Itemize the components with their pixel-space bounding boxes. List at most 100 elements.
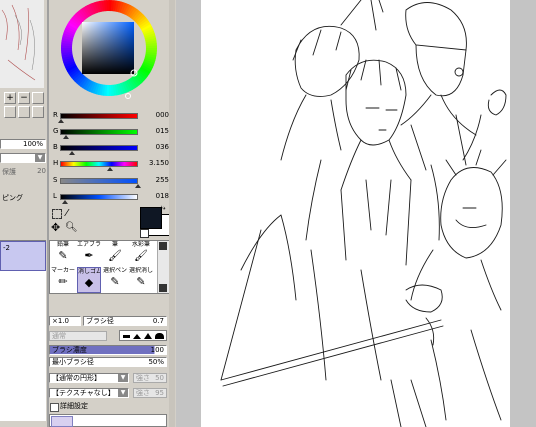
tool-select-erase[interactable]: 選択消し ✎ (129, 267, 153, 293)
s-slider[interactable] (60, 178, 138, 184)
brush-scale-select[interactable]: ×1.0 (49, 316, 81, 326)
shape-strength-value: 50 (155, 374, 164, 382)
pencil-icon: ✎ (58, 249, 68, 262)
color-wheel[interactable] (53, 0, 165, 104)
swap-colors-icon[interactable]: ⤷ (161, 203, 165, 213)
l-slider[interactable] (60, 194, 138, 200)
eyedropper-icon[interactable]: ⁄ (66, 208, 68, 220)
brush-density-label: ブラシ濃度 (52, 346, 87, 354)
select-erase-icon: ✎ (136, 275, 146, 288)
navigator-thumbnail[interactable] (0, 0, 44, 88)
tool-pencil[interactable]: 鉛筆 ✎ (51, 241, 75, 267)
g-slider-handle[interactable] (63, 135, 69, 139)
layer-clip-field[interactable]: 20 (28, 167, 46, 176)
tool-marker-label: マーカー (51, 267, 75, 274)
l-slider-handle[interactable] (62, 200, 68, 204)
h-value[interactable]: 3.150 (141, 159, 169, 168)
zoom-tool-icon[interactable]: 🔍︎ (65, 222, 78, 234)
shape-low-icon[interactable] (133, 334, 141, 339)
detail-settings-checkbox[interactable] (50, 403, 59, 412)
detail-settings-panel (49, 414, 167, 427)
texture-strength-field[interactable]: 強さ 95 (133, 388, 167, 398)
detail-item-selected[interactable] (51, 416, 73, 427)
shape-strength-field[interactable]: 強さ 50 (133, 373, 167, 383)
tool-eraser[interactable]: 消しゴム ◆ (77, 267, 101, 293)
tool-airbrush-label: エアブラシ (77, 241, 101, 248)
brush-size-value: 0.7 (152, 317, 164, 325)
tool-grid: 鉛筆 ✎ エアブラシ ✒ 筆 🖌 水彩筆 🖌 マーカー ✏ 消しゴム ◆ 選択ペ… (49, 240, 169, 294)
tool-select-erase-label: 選択消し (129, 267, 153, 274)
texture-strength-value: 95 (155, 389, 164, 397)
nav-rotate-right-button[interactable] (32, 106, 44, 118)
tool-select-pen[interactable]: 選択ペン ✎ (103, 267, 127, 293)
transparent-color-icon[interactable] (140, 229, 149, 238)
selection-tool-icon[interactable] (52, 209, 62, 219)
canvas-page[interactable] (201, 0, 510, 427)
s-value[interactable]: 255 (141, 176, 169, 185)
brush-size-field[interactable]: ブラシ径 0.7 (83, 316, 167, 326)
foreground-color-swatch[interactable] (140, 207, 162, 229)
g-slider[interactable] (60, 129, 138, 135)
scroll-down-icon[interactable] (159, 284, 167, 292)
tool-grid-scrollbar[interactable] (157, 241, 169, 293)
nav-fit-button[interactable] (32, 92, 44, 104)
tool-watercolor[interactable]: 水彩筆 🖌 (129, 241, 153, 267)
move-tool-icon[interactable]: ✥ (51, 222, 60, 234)
tool-panel: R 000 G 015 B 036 H 3.150 S 255 L 018 ⁄ … (49, 0, 176, 427)
brush-shape-select[interactable]: 【通常の円形】 ▼ (49, 373, 129, 383)
b-slider-handle[interactable] (69, 151, 75, 155)
tool-airbrush[interactable]: エアブラシ ✒ (77, 241, 101, 267)
marker-icon: ✏ (58, 275, 68, 288)
layer-lock-checkbox[interactable]: 保護 (2, 167, 22, 176)
detail-settings-label: 詳細設定 (60, 402, 88, 410)
shape-high-icon[interactable] (155, 333, 164, 339)
texture-strength-label: 強さ (136, 389, 150, 397)
texture-select[interactable]: 【テクスチャなし】 ▼ (49, 388, 129, 398)
blend-mode-select[interactable]: 通常 (49, 331, 107, 341)
g-label: G (53, 127, 59, 135)
shape-flat-icon[interactable] (123, 335, 130, 338)
h-slider[interactable] (60, 161, 138, 167)
r-slider-handle[interactable] (58, 119, 64, 123)
layer-item-selected[interactable]: -2 (0, 241, 46, 271)
lineart-illustration (220, 0, 507, 427)
g-value[interactable]: 015 (141, 127, 169, 136)
r-value[interactable]: 000 (141, 111, 169, 120)
b-label: B (53, 143, 58, 151)
layer-list: -2 (0, 240, 46, 421)
brush-density-field[interactable]: ブラシ濃度 100 (49, 345, 167, 355)
layer-opacity-value: 100% (22, 140, 43, 148)
brush-shape-buttons[interactable] (119, 330, 167, 341)
shape-strength-label: 強さ (136, 374, 150, 382)
select-pen-icon: ✎ (110, 275, 120, 288)
scroll-up-icon[interactable] (159, 242, 167, 250)
h-slider-handle[interactable] (107, 167, 113, 171)
canvas-area[interactable] (176, 0, 536, 427)
tool-marker[interactable]: マーカー ✏ (51, 267, 75, 293)
nav-zoom-in-button[interactable]: + (4, 92, 16, 104)
s-label: S (53, 176, 58, 184)
nav-zoom-out-button[interactable]: − (18, 92, 30, 104)
tool-select-pen-label: 選択ペン (103, 267, 127, 274)
brush-size-label: ブラシ径 (86, 317, 114, 325)
layer-panel: + − 100% ▼ 保護 20 ピング -2 (0, 0, 47, 427)
tool-panel-scrollbar[interactable] (169, 0, 175, 427)
nav-rotate-left-button[interactable] (4, 106, 16, 118)
nav-reset-button[interactable] (18, 106, 30, 118)
layer-mode-select[interactable]: ▼ (0, 153, 46, 163)
chevron-down-icon: ▼ (35, 154, 45, 162)
brush-icon: 🖌 (108, 249, 122, 262)
tool-brush[interactable]: 筆 🖌 (103, 241, 127, 267)
tool-watercolor-label: 水彩筆 (131, 241, 150, 248)
brush-density-value: 100 (150, 346, 164, 354)
b-value[interactable]: 036 (141, 143, 169, 152)
chevron-down-icon: ▼ (118, 389, 128, 397)
chevron-down-icon: ▼ (118, 374, 128, 382)
min-size-value: 50% (148, 358, 164, 366)
layer-opacity-field[interactable]: 100% (0, 139, 46, 149)
min-size-field[interactable]: 最小ブラシ径 50% (49, 357, 167, 367)
l-value[interactable]: 018 (141, 192, 169, 201)
shape-mid-icon[interactable] (144, 333, 152, 339)
tool-pencil-label: 鉛筆 (56, 241, 69, 248)
r-slider[interactable] (60, 113, 138, 119)
